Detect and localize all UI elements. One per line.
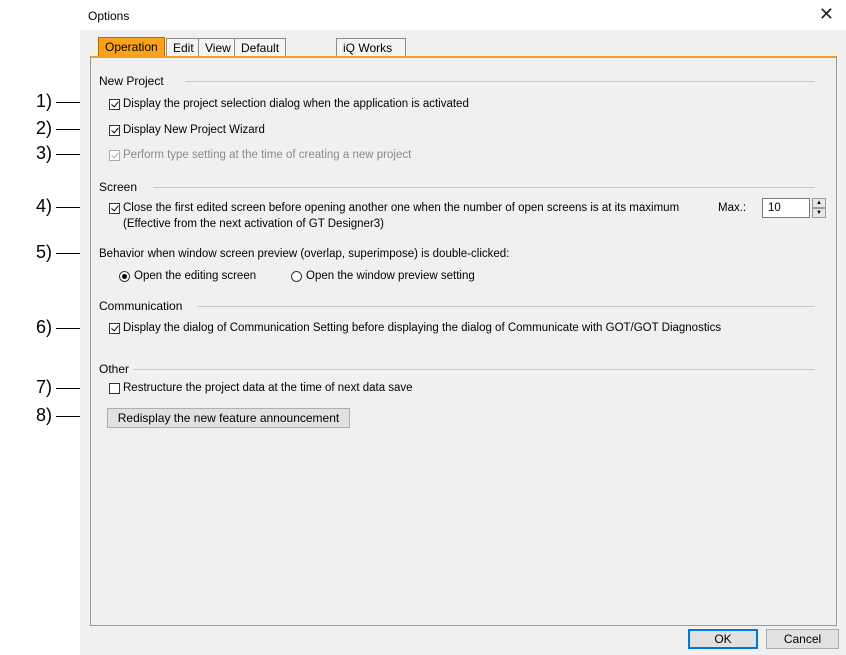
operation-panel: New Project Display the project selectio…: [90, 56, 837, 626]
callout-number: 7): [35, 377, 52, 397]
tab-default-setting[interactable]: Default Setting: [234, 38, 287, 73]
option-label: Restructure the project data at the time…: [123, 382, 413, 394]
tab-edit[interactable]: Edit: [166, 38, 201, 57]
max-screens-input[interactable]: 10: [762, 198, 810, 218]
radio-open-preview[interactable]: Open the window preview setting: [291, 270, 475, 282]
radio-open-editing[interactable]: Open the editing screen: [119, 270, 256, 282]
section-communication: Communication: [99, 299, 183, 313]
callout-number: 5): [35, 242, 52, 262]
option-new-project-wizard[interactable]: Display New Project Wizard: [109, 124, 265, 136]
redisplay-button[interactable]: Redisplay the new feature announcement: [107, 408, 350, 428]
option-label: Display the project selection dialog whe…: [123, 98, 469, 110]
radio-button[interactable]: [119, 270, 130, 282]
options-dialog: Options ✕ Operation Edit View Default Se…: [80, 0, 846, 655]
radio-label: Open the window preview setting: [306, 270, 475, 282]
spin-buttons: ▲ ▼: [812, 198, 826, 218]
option-label: Close the first edited screen before ope…: [123, 202, 680, 214]
behavior-label-row: Behavior when window screen preview (ove…: [99, 248, 509, 260]
note-text: (Effective from the next activation of G…: [123, 218, 384, 230]
max-screens-stepper[interactable]: 10 ▲ ▼: [762, 198, 826, 218]
option-label: Display the dialog of Communication Sett…: [123, 322, 722, 334]
ok-button[interactable]: OK: [688, 629, 758, 649]
tab-operation[interactable]: Operation: [98, 37, 165, 57]
callout-number: 3): [35, 143, 52, 163]
radio-label: Open the editing screen: [134, 270, 257, 282]
radio-button[interactable]: [291, 270, 302, 282]
section-new-project: New Project: [99, 74, 164, 88]
cancel-button[interactable]: Cancel: [766, 629, 839, 649]
option-note: (Effective from the next activation of G…: [123, 218, 384, 230]
tab-view[interactable]: View: [198, 38, 238, 57]
callout-number: 6): [35, 317, 52, 337]
close-icon[interactable]: ✕: [819, 4, 834, 25]
checkbox-disabled: [109, 149, 120, 161]
option-project-selection[interactable]: Display the project selection dialog whe…: [109, 98, 469, 110]
max-label: Max.:: [718, 202, 747, 214]
option-close-first-screen[interactable]: Close the first edited screen before ope…: [109, 202, 679, 214]
checkbox[interactable]: [109, 98, 120, 110]
option-type-setting: Perform type setting at the time of crea…: [109, 149, 411, 161]
behavior-label: Behavior when window screen preview (ove…: [99, 248, 510, 260]
separator: [153, 187, 815, 188]
dialog-title: Options: [88, 9, 130, 23]
checkbox[interactable]: [109, 124, 120, 136]
option-label: Display New Project Wizard: [123, 124, 265, 136]
separator: [185, 81, 815, 82]
tab-iq-works-interaction[interactable]: iQ Works Interaction: [336, 38, 407, 73]
option-label: Perform type setting at the time of crea…: [123, 149, 412, 161]
callout-number: 2): [35, 118, 52, 138]
max-label-row: Max.:: [718, 202, 746, 214]
callout-number: 1): [35, 91, 52, 111]
option-restructure[interactable]: Restructure the project data at the time…: [109, 382, 413, 394]
section-other: Other: [99, 362, 130, 376]
section-screen: Screen: [99, 180, 138, 194]
checkbox[interactable]: [109, 382, 120, 394]
checkbox[interactable]: [109, 322, 120, 334]
checkbox[interactable]: [109, 202, 120, 214]
spin-down-icon[interactable]: ▼: [812, 208, 826, 218]
option-comm-setting[interactable]: Display the dialog of Communication Sett…: [109, 322, 721, 334]
title-bar: Options ✕: [80, 0, 846, 30]
callout-number: 8): [35, 405, 52, 425]
callout-number: 4): [35, 196, 52, 216]
spin-up-icon[interactable]: ▲: [812, 198, 826, 208]
separator: [197, 306, 815, 307]
separator: [133, 369, 815, 370]
